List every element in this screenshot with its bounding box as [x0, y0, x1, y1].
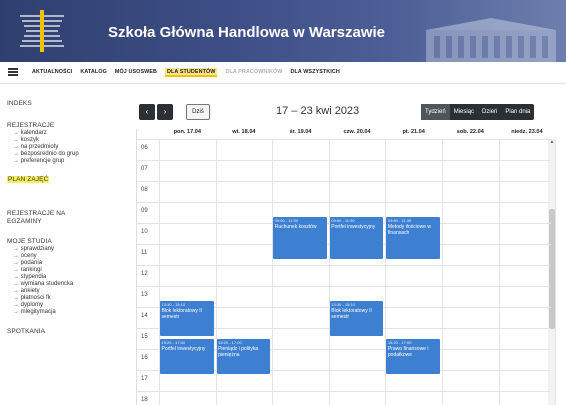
- event-time: 09:50 - 11:30: [387, 217, 412, 223]
- sidebar-rejestracje-na-egzaminy[interactable]: REJESTRACJE NA: [7, 210, 65, 217]
- event-title: Rachunek kosztów: [274, 223, 317, 230]
- nav-aktualnosci[interactable]: AKTUALNOŚCI: [32, 69, 72, 77]
- timetable-main: ‹ › Dziś 17 – 23 kwi 2023 Tydzień Miesią…: [126, 84, 566, 405]
- calendar-event[interactable]: 15:20 - 17:00 Prawo finansowe i podatkowe: [386, 338, 440, 374]
- hamburger-menu-icon[interactable]: [8, 68, 18, 76]
- sidebar-item-oceny[interactable]: oceny: [13, 253, 37, 259]
- sidebar-item-rankingi[interactable]: rankingi: [13, 267, 42, 273]
- event-title: Metody ilościowe w finansach: [387, 223, 431, 236]
- calendar-event[interactable]: 09:50 - 11:30 Rachunek kosztów: [273, 216, 327, 259]
- event-title: Blok lektoratowy II semestr: [161, 307, 203, 320]
- day-column-divider: [555, 139, 557, 405]
- sidebar-moje-studia[interactable]: MOJE STUDIA: [7, 238, 52, 245]
- hour-label: 11: [141, 250, 148, 256]
- sidebar-item-dyplomy[interactable]: dyplomy: [13, 302, 43, 308]
- sgh-logo-icon[interactable]: [16, 6, 68, 56]
- day-header: niedz. 23.04: [511, 129, 543, 135]
- event-time: 15:20 - 17:00: [161, 339, 186, 345]
- sidebar-spotkania[interactable]: SPOTKANIA: [7, 328, 45, 335]
- sidebar-item-na-przedmioty[interactable]: na przedmioty: [13, 144, 59, 150]
- hour-label: 18: [141, 397, 148, 403]
- hour-label: 08: [141, 187, 148, 193]
- calendar-event[interactable]: 09:50 - 11:30 Metody ilościowe w finansac…: [386, 216, 440, 259]
- sidebar-item-preferencje-grup[interactable]: preferencje grup: [13, 158, 65, 164]
- view-switcher: Tydzień Miesiąc Dzień Plan dnia: [421, 104, 535, 120]
- calendar-event[interactable]: 15:20 - 17:00 Portfel inwestycyjny: [160, 338, 214, 374]
- event-time: 09:50 - 11:30: [331, 217, 355, 223]
- sidebar-rejestracje[interactable]: REJESTRACJE: [7, 122, 54, 129]
- hour-row: 06: [137, 139, 551, 160]
- sidebar-item-mlegitymacja[interactable]: mlegitymacja: [13, 309, 56, 315]
- hour-label: 15: [141, 334, 148, 340]
- nav-dla-studentow[interactable]: DLA STUDENTÓW: [165, 68, 218, 77]
- sidebar-item-kalendarz[interactable]: kalendarz: [13, 130, 47, 136]
- sidebar-item-stypendia[interactable]: stypendia: [13, 274, 47, 280]
- view-week-button[interactable]: Tydzień: [421, 104, 450, 120]
- hour-label: 09: [141, 208, 148, 214]
- event-title: Pieniądz i polityka pieniężna: [218, 345, 259, 358]
- nav-dla-wszystkich[interactable]: DLA WSZYSTKICH: [290, 69, 339, 77]
- next-week-button[interactable]: ›: [157, 104, 173, 120]
- hour-label: 06: [141, 145, 148, 151]
- event-time: 15:20 - 17:00: [387, 339, 412, 345]
- day-header: pt. 21.04: [402, 129, 425, 135]
- calendar-event[interactable]: 13:30 - 15:10 Blok lektoratowy II semestr: [329, 300, 384, 337]
- view-month-button[interactable]: Miesiąc: [450, 104, 478, 120]
- calendar-event[interactable]: 15:20 - 17:00 Pieniądz i polityka pienięż…: [216, 338, 271, 374]
- hour-label: 17: [141, 376, 148, 382]
- hour-row: 08: [137, 181, 551, 202]
- hour-row: 18: [137, 391, 551, 405]
- day-header: czw. 20.04: [343, 129, 371, 135]
- sidebar: INDEKS REJESTRACJE kalendarz koszyk na p…: [0, 84, 124, 405]
- hour-label: 10: [141, 229, 148, 235]
- sidebar-plan-zajec[interactable]: PLAN ZAJĘĆ: [7, 176, 50, 183]
- day-header: wt. 18.04: [232, 129, 256, 135]
- prev-week-button[interactable]: ‹: [139, 104, 155, 120]
- hour-row: 07: [137, 160, 551, 181]
- sidebar-indeks[interactable]: INDEKS: [7, 100, 32, 107]
- week-range-title: 17 – 23 kwi 2023: [276, 105, 360, 117]
- sidebar-item-sprawdziany[interactable]: sprawdziany: [13, 246, 54, 252]
- main-navigation: AKTUALNOŚCI KATALOG MÓJ USOSWEB DLA STUD…: [0, 62, 566, 84]
- hour-label: 07: [141, 166, 148, 172]
- site-header: Szkoła Główna Handlowa w Warszawie: [0, 0, 566, 62]
- building-illustration-icon: [426, 18, 556, 62]
- event-time: 15:20 - 17:00: [218, 339, 242, 345]
- event-time: 13:30 - 15:10: [331, 301, 355, 307]
- view-day-button[interactable]: Dzień: [478, 104, 501, 120]
- event-time: 09:50 - 11:30: [274, 217, 298, 223]
- event-title: Portfel inwestycyjny: [161, 345, 206, 352]
- site-title: Szkoła Główna Handlowa w Warszawie: [108, 24, 386, 41]
- hour-label: 16: [141, 355, 148, 361]
- day-header: pon. 17.04: [173, 129, 201, 135]
- sidebar-item-ankiety[interactable]: ankiety: [13, 288, 40, 294]
- event-title: Prawo finansowe i podatkowe: [387, 345, 429, 358]
- hour-label: 14: [141, 313, 148, 319]
- calendar-event[interactable]: 09:50 - 11:30 Portfel inwestycyjny: [329, 216, 384, 259]
- day-header: sob. 22.04: [456, 129, 484, 135]
- sidebar-item-platnosci-fk[interactable]: płatności fk: [13, 295, 51, 301]
- sidebar-item-koszyk[interactable]: koszyk: [13, 137, 39, 143]
- week-calendar-grid: ▲ pon. 17.04 wt. 18.04 śr. 19.04 czw. 20.04…: [136, 129, 557, 405]
- event-title: Blok lektoratowy II semestr: [331, 307, 372, 320]
- calendar-event[interactable]: 13:30 - 15:10 Blok lektoratowy II semestr: [160, 300, 214, 337]
- sidebar-item-bezposrednio-do-grup[interactable]: bezpośrednio do grup: [13, 151, 79, 157]
- sidebar-egzaminy-line[interactable]: EGZAMINY: [7, 218, 42, 225]
- view-agenda-button[interactable]: Plan dnia: [501, 104, 534, 120]
- sidebar-item-podania[interactable]: podania: [13, 260, 42, 266]
- day-header: śr. 19.04: [289, 129, 312, 135]
- sidebar-plan-zajec-label: PLAN ZAJĘĆ: [7, 176, 50, 183]
- event-title: Portfel inwestycyjny: [331, 223, 376, 230]
- nav-katalog[interactable]: KATALOG: [80, 69, 107, 77]
- nav-dla-pracownikow[interactable]: DLA PRACOWNIKÓW: [225, 69, 282, 77]
- hour-label: 12: [141, 271, 148, 277]
- hour-row: 12: [137, 265, 551, 286]
- today-button[interactable]: Dziś: [186, 104, 210, 120]
- nav-moj-usosweb[interactable]: MÓJ USOSWEB: [115, 69, 157, 77]
- event-time: 13:30 - 15:10: [161, 301, 186, 307]
- hour-label: 13: [141, 292, 148, 298]
- sidebar-item-wymiana-studencka[interactable]: wymiana studencka: [13, 281, 74, 287]
